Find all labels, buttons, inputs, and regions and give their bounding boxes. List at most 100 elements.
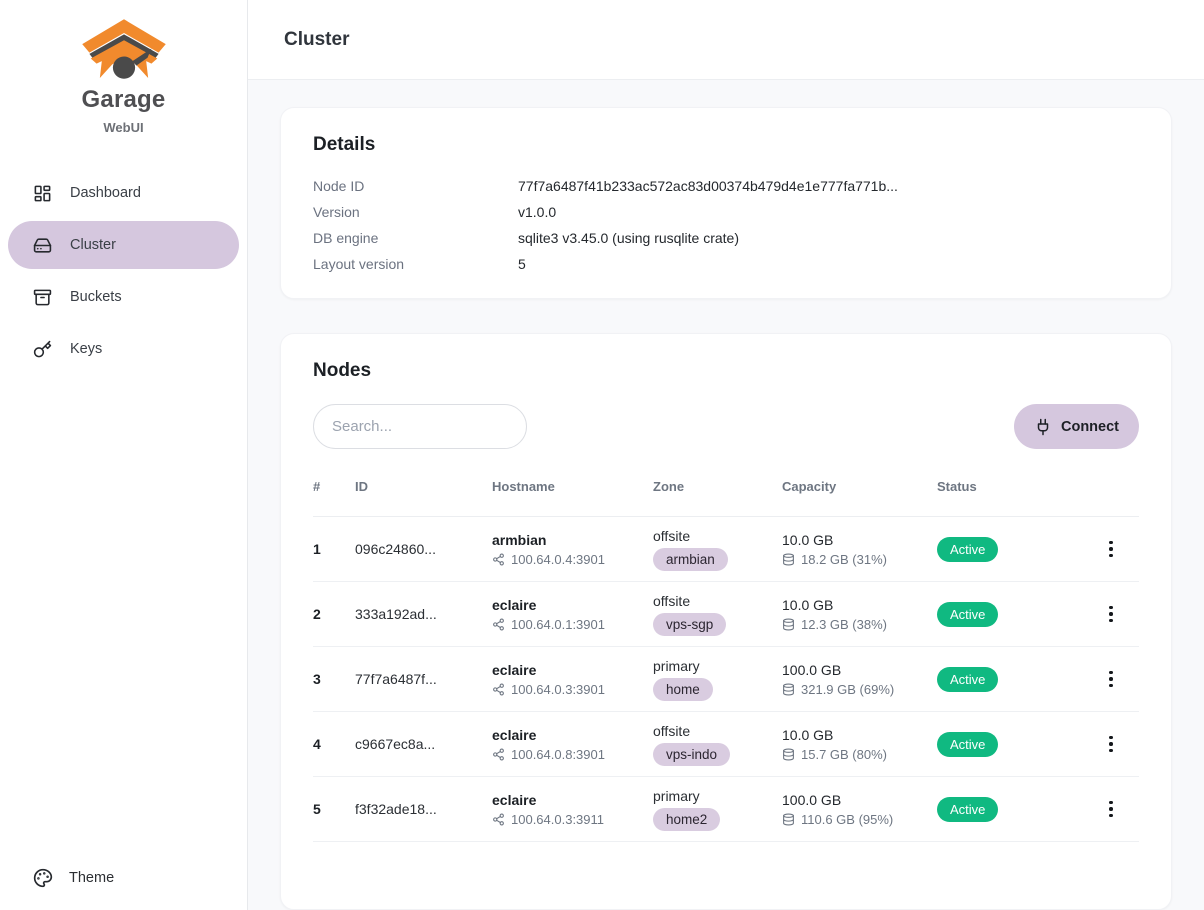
zone-tag-badge: home xyxy=(653,678,713,701)
node-address: 100.64.0.4:3901 xyxy=(511,552,605,567)
node-address-line: 100.64.0.4:3901 xyxy=(492,552,653,567)
node-usage-line: 15.7 GB (80%) xyxy=(782,747,937,762)
page-title: Cluster xyxy=(284,29,349,51)
sidebar: Garage WebUI Dashboard Cluster Buckets xyxy=(0,0,248,910)
database-icon xyxy=(782,553,795,566)
share-network-icon xyxy=(492,553,505,566)
sidebar-item-keys[interactable]: Keys xyxy=(8,325,239,373)
database-icon xyxy=(782,618,795,631)
node-hostname-cell: eclaire 100.64.0.1:3901 xyxy=(492,597,653,632)
node-hostname: eclaire xyxy=(492,792,653,808)
table-row: 2 333a192ad... eclaire 100.64.0.1:3901 o… xyxy=(313,582,1139,647)
node-zone-cell: offsite vps-sgp xyxy=(653,593,782,636)
node-hostname: eclaire xyxy=(492,597,653,613)
share-network-icon xyxy=(492,618,505,631)
node-zone: offsite xyxy=(653,723,782,739)
node-capacity: 100.0 GB xyxy=(782,792,937,808)
node-id: c9667ec8a... xyxy=(355,736,492,752)
node-id-value: 77f7a6487f41b233ac572ac83d00374b479d4e1e… xyxy=(518,178,1139,194)
row-menu-button[interactable] xyxy=(1096,532,1126,566)
node-address-line: 100.64.0.3:3911 xyxy=(492,812,653,827)
theme-toggle-button[interactable]: Theme xyxy=(8,858,239,894)
detail-label: Layout version xyxy=(313,256,518,272)
node-address-line: 100.64.0.1:3901 xyxy=(492,617,653,632)
node-status-cell: Active xyxy=(937,797,1068,822)
node-num: 1 xyxy=(313,541,355,557)
node-address-line: 100.64.0.3:3901 xyxy=(492,682,653,697)
sidebar-item-label: Buckets xyxy=(70,289,122,305)
share-network-icon xyxy=(492,748,505,761)
palette-icon xyxy=(33,868,53,888)
detail-label: Version xyxy=(313,204,518,220)
sidebar-item-dashboard[interactable]: Dashboard xyxy=(8,169,239,217)
node-address: 100.64.0.3:3901 xyxy=(511,682,605,697)
topbar: Cluster xyxy=(248,0,1204,80)
detail-label: DB engine xyxy=(313,230,518,246)
node-num: 2 xyxy=(313,606,355,622)
nodes-table: # ID Hostname Zone Capacity Status 1 096… xyxy=(313,475,1139,842)
col-header-status: Status xyxy=(937,479,1068,494)
node-actions-cell xyxy=(1068,532,1139,566)
row-menu-button[interactable] xyxy=(1096,662,1126,696)
table-row: 1 096c24860... armbian 100.64.0.4:3901 o… xyxy=(313,517,1139,582)
row-menu-button[interactable] xyxy=(1096,792,1126,826)
node-capacity-cell: 10.0 GB 18.2 GB (31%) xyxy=(782,532,937,567)
node-capacity-cell: 100.0 GB 321.9 GB (69%) xyxy=(782,662,937,697)
node-hostname: armbian xyxy=(492,532,653,548)
node-hostname-cell: eclaire 100.64.0.3:3911 xyxy=(492,792,653,827)
sidebar-item-buckets[interactable]: Buckets xyxy=(8,273,239,321)
hard-drive-icon xyxy=(33,236,52,255)
node-status-cell: Active xyxy=(937,732,1068,757)
node-id: 77f7a6487f... xyxy=(355,671,492,687)
node-usage-line: 321.9 GB (69%) xyxy=(782,682,937,697)
col-header-id: ID xyxy=(355,479,492,494)
plug-icon xyxy=(1034,418,1052,436)
node-id: 096c24860... xyxy=(355,541,492,557)
node-zone: offsite xyxy=(653,593,782,609)
sidebar-item-label: Dashboard xyxy=(70,185,141,201)
node-actions-cell xyxy=(1068,597,1139,631)
node-zone-cell: offsite armbian xyxy=(653,528,782,571)
sidebar-item-label: Keys xyxy=(70,341,102,357)
database-icon xyxy=(782,813,795,826)
node-usage-line: 18.2 GB (31%) xyxy=(782,552,937,567)
brand-subtitle: WebUI xyxy=(103,120,143,135)
node-usage-line: 12.3 GB (38%) xyxy=(782,617,937,632)
node-zone: offsite xyxy=(653,528,782,544)
status-badge: Active xyxy=(937,602,998,627)
node-hostname: eclaire xyxy=(492,727,653,743)
main: Cluster Details Node ID 77f7a6487f41b233… xyxy=(248,0,1204,910)
col-header-num: # xyxy=(313,479,355,494)
table-header-row: # ID Hostname Zone Capacity Status xyxy=(313,475,1139,517)
share-network-icon xyxy=(492,683,505,696)
table-row: 3 77f7a6487f... eclaire 100.64.0.3:3901 … xyxy=(313,647,1139,712)
status-badge: Active xyxy=(937,537,998,562)
node-hostname: eclaire xyxy=(492,662,653,678)
node-capacity-cell: 100.0 GB 110.6 GB (95%) xyxy=(782,792,937,827)
col-header-hostname: Hostname xyxy=(492,479,653,494)
layout-version-value: 5 xyxy=(518,256,1139,272)
table-body: 1 096c24860... armbian 100.64.0.4:3901 o… xyxy=(313,517,1139,842)
row-menu-button[interactable] xyxy=(1096,597,1126,631)
node-usage: 18.2 GB (31%) xyxy=(801,552,887,567)
connect-button[interactable]: Connect xyxy=(1014,404,1139,449)
database-icon xyxy=(782,683,795,696)
details-title: Details xyxy=(313,134,1139,156)
node-zone-cell: offsite vps-indo xyxy=(653,723,782,766)
node-hostname-cell: eclaire 100.64.0.8:3901 xyxy=(492,727,653,762)
node-address-line: 100.64.0.8:3901 xyxy=(492,747,653,762)
sidebar-item-cluster[interactable]: Cluster xyxy=(8,221,239,269)
node-usage: 321.9 GB (69%) xyxy=(801,682,894,697)
node-usage: 110.6 GB (95%) xyxy=(801,812,893,827)
node-id: f3f32ade18... xyxy=(355,801,492,817)
node-num: 5 xyxy=(313,801,355,817)
db-engine-value: sqlite3 v3.45.0 (using rusqlite crate) xyxy=(518,230,1139,246)
row-menu-button[interactable] xyxy=(1096,727,1126,761)
node-address: 100.64.0.1:3901 xyxy=(511,617,605,632)
brand-name: Garage xyxy=(82,86,166,114)
node-capacity-cell: 10.0 GB 15.7 GB (80%) xyxy=(782,727,937,762)
details-card: Details Node ID 77f7a6487f41b233ac572ac8… xyxy=(280,107,1172,299)
search-input[interactable] xyxy=(313,404,527,449)
node-hostname-cell: eclaire 100.64.0.3:3901 xyxy=(492,662,653,697)
node-actions-cell xyxy=(1068,727,1139,761)
